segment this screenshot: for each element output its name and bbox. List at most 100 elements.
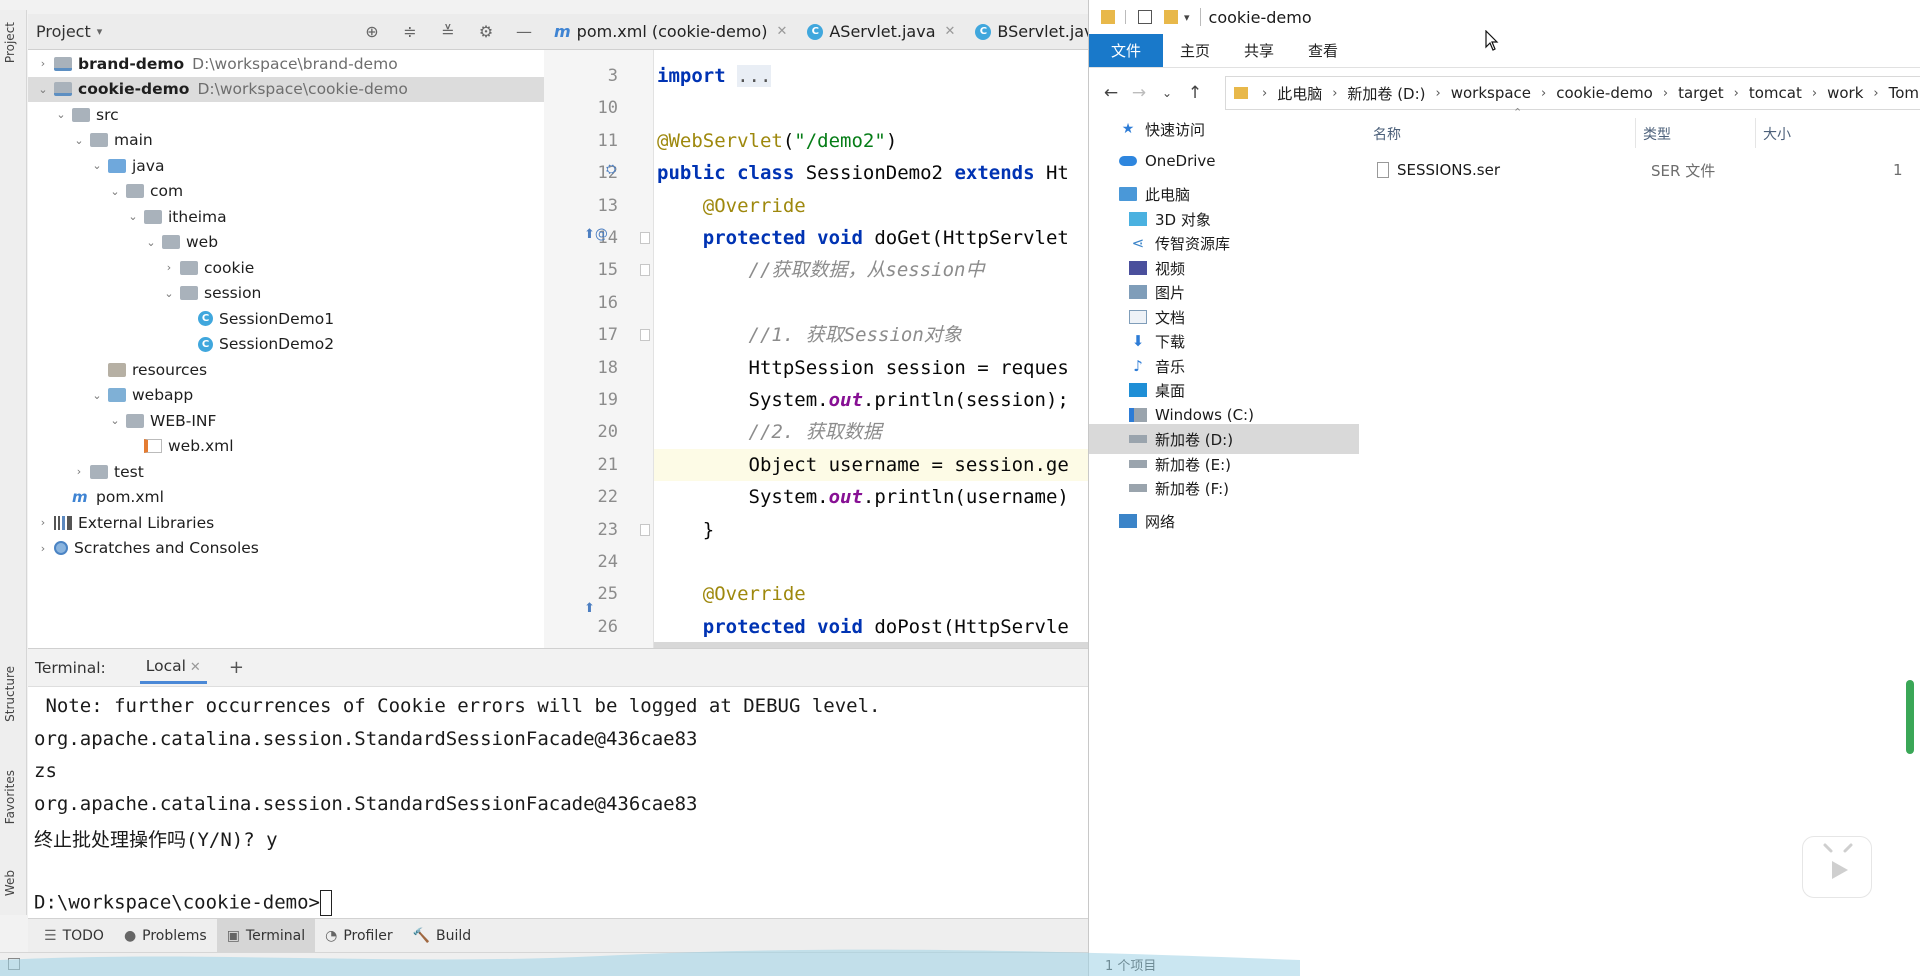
- minimize-icon[interactable]: —: [514, 22, 534, 42]
- chevron-right-icon[interactable]: ›: [72, 465, 86, 478]
- tree-item[interactable]: › External Libraries: [28, 510, 544, 535]
- tree-item[interactable]: › brand-demo D:\workspace\brand-demo: [28, 51, 544, 76]
- tree-item[interactable]: ⌄ WEB-INF: [28, 408, 544, 433]
- chevron-down-icon[interactable]: ⌄: [126, 210, 140, 223]
- editor-tab[interactable]: CBServlet.java✕: [965, 14, 1088, 50]
- chevron-down-icon[interactable]: ⌄: [162, 287, 176, 300]
- column-size[interactable]: 大小: [1763, 124, 1791, 144]
- fold-marker-icon[interactable]: [640, 264, 650, 277]
- tree-item[interactable]: ⌄ webapp: [28, 383, 544, 408]
- project-panel-title[interactable]: Project: [36, 22, 91, 41]
- chevron-down-icon[interactable]: ⌄: [108, 414, 122, 427]
- tree-item[interactable]: m pom.xml: [28, 485, 544, 510]
- editor-tab[interactable]: C AServlet.java ✕: [797, 14, 965, 50]
- fold-marker-icon[interactable]: [640, 523, 650, 536]
- close-icon[interactable]: ✕: [190, 660, 201, 675]
- chevron-down-icon[interactable]: ⌄: [36, 83, 50, 96]
- customize-toolbar-icon[interactable]: ▾: [1184, 11, 1190, 24]
- gear-icon[interactable]: ⚙: [476, 22, 496, 42]
- override-icon[interactable]: ⬆@: [584, 227, 608, 242]
- tree-item[interactable]: ⌄ java: [28, 153, 544, 178]
- video-play-overlay[interactable]: [1802, 836, 1872, 898]
- up-arrow-icon[interactable]: ↑: [1181, 83, 1209, 103]
- tree-item[interactable]: › test: [28, 459, 544, 484]
- file-row[interactable]: SESSIONS.ser SER 文件 1: [1369, 156, 1920, 184]
- tree-item[interactable]: › cookie: [28, 255, 544, 280]
- servlet-icon[interactable]: ⛭: [606, 162, 616, 177]
- breadcrumb-item[interactable]: target: [1678, 84, 1724, 102]
- chevron-right-icon[interactable]: ›: [1436, 86, 1441, 101]
- tree-item[interactable]: ⌄ cookie-demo D:\workspace\cookie-demo: [28, 76, 544, 102]
- tree-item[interactable]: ⌄ itheima: [28, 204, 544, 229]
- tree-item[interactable]: web.xml: [28, 434, 544, 459]
- nav-item[interactable]: 新加卷 (F:): [1089, 473, 1359, 503]
- chevron-down-icon[interactable]: ⌄: [72, 134, 86, 147]
- tree-item[interactable]: ⌄ session: [28, 281, 544, 306]
- override-icon[interactable]: ⬆: [584, 601, 595, 616]
- new-terminal-icon[interactable]: +: [229, 657, 244, 678]
- chevron-right-icon[interactable]: ›: [1541, 86, 1546, 101]
- column-type[interactable]: 类型: [1643, 124, 1671, 144]
- locate-icon[interactable]: ⊕: [362, 22, 382, 42]
- chevron-down-icon[interactable]: ⌄: [54, 108, 68, 121]
- chevron-right-icon[interactable]: ›: [1812, 86, 1817, 101]
- tool-todo-button[interactable]: ☰ TODO: [34, 919, 114, 953]
- tree-item[interactable]: resources: [28, 357, 544, 382]
- breadcrumb-item[interactable]: cookie-demo: [1556, 84, 1653, 102]
- chevron-down-icon[interactable]: ⌄: [90, 389, 104, 402]
- tool-build-button[interactable]: 🔨 Build: [403, 919, 482, 953]
- breadcrumb-item[interactable]: Tom: [1889, 84, 1919, 102]
- editor-tab[interactable]: m pom.xml (cookie-demo) ✕: [544, 14, 797, 50]
- nav-item[interactable]: ★ 快速访问: [1089, 114, 1359, 144]
- favorites-tool-label[interactable]: Favorites: [3, 770, 17, 824]
- breadcrumb-item[interactable]: workspace: [1451, 84, 1531, 102]
- chevron-down-icon[interactable]: ⌄: [144, 236, 158, 249]
- chevron-right-icon[interactable]: ›: [36, 542, 50, 555]
- chevron-right-icon[interactable]: ›: [162, 261, 176, 274]
- expand-all-icon[interactable]: ≑: [400, 22, 420, 42]
- tool-problems-button[interactable]: ● Problems: [114, 919, 217, 953]
- ribbon-tab[interactable]: 主页: [1163, 34, 1227, 67]
- chevron-right-icon[interactable]: ›: [1332, 86, 1337, 101]
- chevron-down-icon[interactable]: ⌄: [90, 159, 104, 172]
- breadcrumb-item[interactable]: tomcat: [1749, 84, 1802, 102]
- tree-item[interactable]: C SessionDemo1: [28, 306, 544, 331]
- tree-item[interactable]: C SessionDemo2: [28, 332, 544, 357]
- breadcrumb[interactable]: › 此电脑 › 新加卷 (D:) › workspace › cookie-demo › tar…: [1225, 76, 1920, 110]
- properties-icon[interactable]: [1138, 10, 1152, 24]
- close-icon[interactable]: ✕: [945, 24, 956, 39]
- recent-locations-icon[interactable]: ⌄: [1153, 86, 1181, 100]
- tool-profiler-button[interactable]: ◔ Profiler: [315, 919, 403, 953]
- ribbon-tab[interactable]: 查看: [1291, 34, 1355, 67]
- breadcrumb-item[interactable]: 新加卷 (D:): [1347, 83, 1425, 104]
- tab-local[interactable]: Local ✕: [139, 657, 207, 684]
- nav-item[interactable]: 网络: [1089, 506, 1359, 536]
- web-tool-label[interactable]: Web: [3, 870, 17, 896]
- breadcrumb-item[interactable]: 此电脑: [1277, 83, 1322, 104]
- close-icon[interactable]: ✕: [776, 24, 787, 39]
- tree-item[interactable]: › Scratches and Consoles: [28, 536, 544, 561]
- structure-tool-label[interactable]: Structure: [3, 666, 17, 722]
- column-name[interactable]: 名称: [1373, 124, 1401, 144]
- fold-marker-icon[interactable]: [640, 232, 650, 244]
- chevron-right-icon[interactable]: ›: [1663, 86, 1668, 101]
- new-folder-icon[interactable]: [1164, 10, 1178, 24]
- chevron-right-icon[interactable]: ›: [1734, 86, 1739, 101]
- collapse-all-icon[interactable]: ≚: [438, 22, 458, 42]
- chevron-down-icon[interactable]: ⌄: [108, 185, 122, 198]
- layout-icon[interactable]: [8, 958, 20, 970]
- chevron-right-icon[interactable]: ›: [36, 57, 50, 70]
- tree-item[interactable]: ⌄ web: [28, 230, 544, 255]
- chevron-down-icon[interactable]: ▾: [97, 25, 103, 38]
- tool-terminal-button[interactable]: ▣ Terminal: [216, 918, 316, 953]
- tree-item[interactable]: ⌄ src: [28, 102, 544, 127]
- tree-item[interactable]: ⌄ main: [28, 128, 544, 153]
- ribbon-tab[interactable]: 文件: [1089, 34, 1164, 67]
- chevron-right-icon[interactable]: ›: [36, 516, 50, 529]
- fold-marker-icon[interactable]: [640, 329, 650, 342]
- nav-item[interactable]: OneDrive: [1089, 146, 1359, 176]
- ribbon-tab[interactable]: 共享: [1227, 34, 1291, 67]
- chevron-right-icon[interactable]: ›: [1873, 86, 1878, 101]
- tree-item[interactable]: ⌄ com: [28, 179, 544, 204]
- forward-arrow-icon[interactable]: →: [1125, 83, 1153, 103]
